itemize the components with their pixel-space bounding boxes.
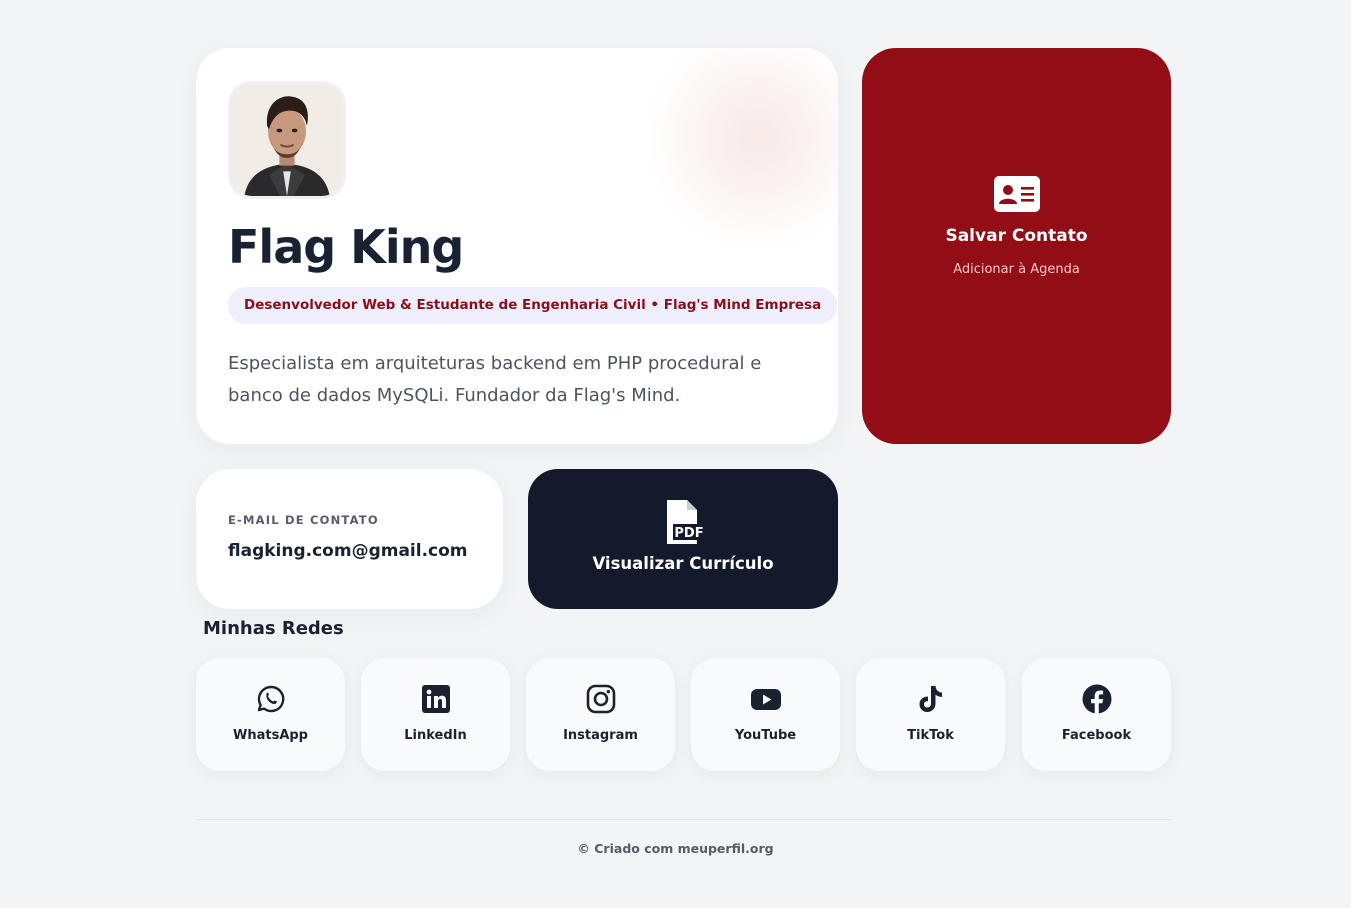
contact-card-icon — [993, 175, 1040, 212]
social-label: TikTok — [907, 728, 954, 743]
footer-divider — [196, 819, 1171, 820]
social-tiktok[interactable]: TikTok — [856, 658, 1005, 771]
pdf-file-icon: PDF — [667, 499, 705, 544]
social-label: Instagram — [563, 728, 638, 743]
resume-title: Visualizar Currículo — [592, 553, 774, 573]
save-contact-button[interactable]: Salvar Contato Adicionar à Agenda — [862, 48, 1171, 444]
social-facebook[interactable]: Facebook — [1022, 658, 1171, 771]
save-contact-subtitle: Adicionar à Agenda — [953, 261, 1080, 277]
social-label: Facebook — [1061, 728, 1132, 743]
email-value[interactable]: flagking.com@gmail.com — [228, 541, 468, 561]
youtube-icon — [750, 689, 781, 710]
linkedin-icon — [421, 685, 450, 713]
social-instagram[interactable]: Instagram — [526, 658, 675, 771]
email-card[interactable]: E-MAIL DE CONTATO flagking.com@gmail.com — [196, 469, 503, 609]
social-linkedin[interactable]: LinkedIn — [361, 658, 510, 771]
role-badge: Desenvolvedor Web & Estudante de Engenha… — [228, 287, 838, 324]
email-label: E-MAIL DE CONTATO — [228, 513, 379, 527]
footer-credit[interactable]: © Criado com meuperfil.org — [0, 841, 1351, 856]
profile-card: Flag King Desenvolvedor Web & Estudante … — [196, 48, 838, 444]
portrait-photo — [231, 84, 343, 196]
social-youtube[interactable]: YouTube — [691, 658, 840, 771]
profile-name: Flag King — [228, 220, 464, 274]
whatsapp-icon — [257, 685, 284, 713]
decorative-glow — [638, 48, 838, 258]
facebook-icon — [1082, 684, 1111, 714]
tiktok-icon — [919, 686, 942, 712]
svg-text:PDF: PDF — [674, 526, 703, 541]
view-resume-button[interactable]: PDF Visualizar Currículo — [528, 469, 838, 609]
instagram-icon — [586, 684, 615, 714]
profile-bio: Especialista em arquiteturas backend em … — [228, 353, 762, 406]
social-label: WhatsApp — [233, 728, 308, 743]
save-contact-title: Salvar Contato — [945, 225, 1088, 246]
social-label: YouTube — [734, 728, 797, 743]
social-section-title: Minhas Redes — [203, 618, 344, 639]
social-label: LinkedIn — [404, 728, 467, 743]
social-whatsapp[interactable]: WhatsApp — [196, 658, 345, 771]
avatar — [228, 81, 346, 199]
